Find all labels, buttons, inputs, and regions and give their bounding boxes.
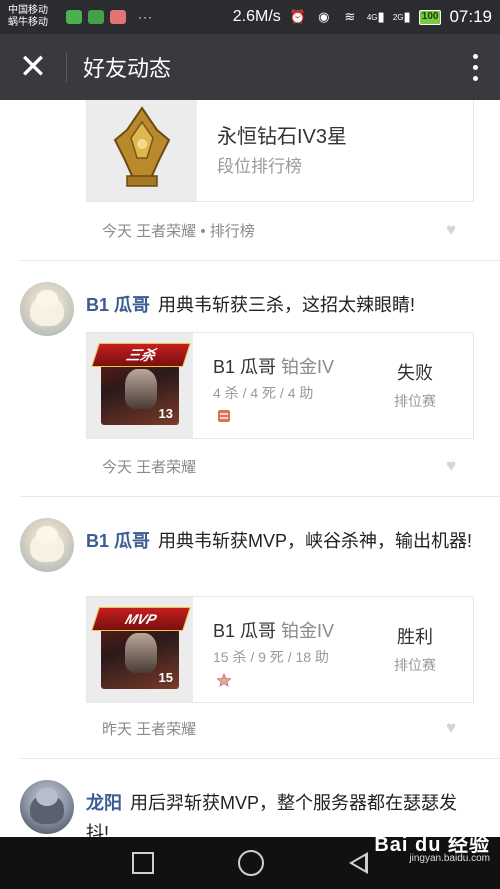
carrier-secondary: 蜗牛移动 [8, 17, 48, 28]
heart-app-icon [110, 10, 126, 24]
feed-post: 永恒钻石IV3星 段位排行榜 今天 王者荣耀 • 排行榜 ♥ [0, 100, 500, 261]
avatar[interactable] [20, 518, 74, 572]
more-dot-icon [472, 64, 478, 70]
feed-post: B1 瓜哥 用典韦斩获MVP，峡谷杀神，输出机器! 15 MVP B1 瓜哥 铂金… [0, 514, 500, 759]
title-bar: ✕ 好友动态 [0, 34, 500, 100]
post-text: B1 瓜哥 用典韦斩获MVP，峡谷杀神，输出机器! [86, 526, 476, 556]
signal-2g-icon: 2G ▮ [392, 9, 411, 24]
more-options-button[interactable] [450, 34, 500, 100]
post-footer: 今天 王者荣耀 [102, 459, 197, 476]
username[interactable]: B1 瓜哥 [86, 531, 150, 551]
card-title: 永恒钻石IV3星 [217, 126, 348, 148]
recent-apps-button[interactable] [132, 852, 155, 874]
player-rank: 铂金IV [281, 621, 335, 641]
match-mode: 排位赛 [394, 393, 436, 409]
mvp-star-icon [217, 673, 231, 687]
back-button[interactable] [348, 852, 368, 874]
triple-kill-ribbon: 三杀 [91, 343, 191, 367]
match-result: 失败 [397, 363, 433, 383]
wifi-icon: ≋ [344, 9, 356, 24]
status-right: 2.6M/s ⏰ ◉ ≋ 4G ▮ 2G ▮ 100 07:19 [233, 7, 492, 27]
battery-icon: 100 [418, 9, 442, 25]
player-name: B1 瓜哥 铂金IV [213, 357, 335, 377]
post-message: 用后羿斩获MVP，整个服务器都在瑟瑟发抖! [86, 793, 458, 837]
mvp-ribbon: MVP [91, 607, 191, 631]
kda-stats: 15 杀 / 9 死 / 18 助 [213, 649, 329, 665]
more-dot-icon [472, 53, 478, 59]
watermark: Bai du 经验 jingyan.baidu.com [374, 834, 490, 866]
diamond-rank-emblem-icon [113, 106, 171, 187]
friend-feed[interactable]: 永恒钻石IV3星 段位排行榜 今天 王者荣耀 • 排行榜 ♥ B1 瓜哥 用典韦斩… [0, 100, 500, 837]
post-divider [20, 496, 500, 497]
post-message: 用典韦斩获三杀，这招太辣眼睛! [158, 295, 416, 315]
match-result: 胜利 [397, 627, 433, 647]
alarm-icon: ⏰ [289, 9, 306, 24]
carrier-labels: 中国移动 蜗牛移动 [8, 5, 60, 29]
username[interactable]: 龙阳 [86, 793, 122, 813]
post-footer: 昨天 王者荣耀 [102, 721, 197, 738]
network-speed: 2.6M/s [232, 8, 281, 25]
feed-post: 龙阳 用后羿斩获MVP，整个服务器都在瑟瑟发抖! [0, 776, 500, 837]
home-button[interactable] [238, 850, 265, 876]
player-name: B1 瓜哥 铂金IV [213, 621, 335, 641]
avatar[interactable] [20, 780, 74, 834]
post-footer: 今天 王者荣耀 • 排行榜 [102, 223, 255, 240]
username[interactable]: B1 瓜哥 [86, 295, 150, 315]
match-card[interactable]: 15 MVP B1 瓜哥 铂金IV 15 杀 / 9 死 / 18 助 胜利 排… [86, 596, 474, 703]
like-heart-icon[interactable]: ♥ [442, 719, 460, 736]
player-rank: 铂金IV [281, 357, 335, 377]
signal-4g-icon: 4G ▮ [366, 9, 385, 24]
post-text: B1 瓜哥 用典韦斩获三杀，这招太辣眼睛! [86, 290, 476, 320]
clock: 07:19 [449, 7, 492, 26]
hero-level: 15 [158, 670, 173, 685]
card-thumbnail: 15 MVP [87, 597, 193, 702]
match-mode: 排位赛 [394, 657, 436, 673]
page-title: 好友动态 [83, 56, 172, 81]
more-notifications-icon: ··· [138, 10, 153, 24]
avatar[interactable] [20, 282, 74, 336]
feed-post: B1 瓜哥 用典韦斩获三杀，这招太辣眼睛! 13 三杀 B1 瓜哥 铂金IV 4 … [0, 278, 500, 497]
watermark-logo: Bai du 经验 [374, 834, 490, 856]
card-thumbnail [87, 100, 197, 201]
card-thumbnail: 13 三杀 [87, 333, 193, 438]
post-divider [20, 260, 500, 261]
post-text: 龙阳 用后羿斩获MVP，整个服务器都在瑟瑟发抖! [86, 788, 476, 837]
post-message: 用典韦斩获MVP，峡谷杀神，输出机器! [158, 531, 473, 551]
title-separator [66, 52, 67, 82]
like-heart-icon[interactable]: ♥ [442, 221, 460, 238]
kda-stats: 4 杀 / 4 死 / 4 助 [213, 385, 314, 401]
like-heart-icon[interactable]: ♥ [442, 457, 460, 474]
rank-badge-icon [218, 410, 230, 422]
wechat-icon [66, 10, 82, 24]
eye-icon: ◉ [318, 9, 330, 24]
card-subtitle: 段位排行榜 [217, 157, 302, 176]
status-bar: 中国移动 蜗牛移动 ··· 2.6M/s ⏰ ◉ ≋ 4G ▮ 2G ▮ 100 0… [0, 0, 500, 34]
match-card[interactable]: 13 三杀 B1 瓜哥 铂金IV 4 杀 / 4 死 / 4 助 失败 排位赛 [86, 332, 474, 439]
more-dot-icon [472, 75, 478, 81]
close-button[interactable]: ✕ [0, 34, 66, 100]
app-notification-icon [88, 10, 104, 24]
rank-card[interactable]: 永恒钻石IV3星 段位排行榜 [86, 100, 474, 202]
hero-level: 13 [158, 406, 173, 421]
carrier-primary: 中国移动 [8, 5, 48, 16]
notification-icons: ··· [66, 10, 153, 24]
post-divider [20, 758, 500, 759]
